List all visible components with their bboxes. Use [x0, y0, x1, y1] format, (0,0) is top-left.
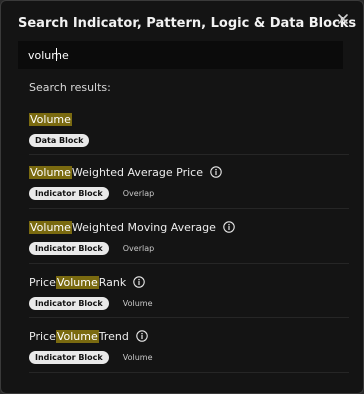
result-title-match: Volume [55, 329, 99, 343]
result-title: Price Volume Trend [29, 328, 349, 344]
info-icon[interactable] [133, 276, 145, 288]
result-title-match: Volume [55, 275, 99, 289]
block-type-badge: Indicator Block [29, 296, 109, 310]
result-title-suffix: Trend [98, 329, 129, 343]
modal-title: Search Indicator, Pattern, Logic & Data … [18, 16, 357, 31]
result-title-suffix: Rank [98, 275, 127, 289]
block-type-badge: Indicator Block [29, 241, 109, 255]
info-icon[interactable] [210, 166, 222, 178]
category-label: Overlap [122, 243, 155, 253]
divider [29, 263, 349, 264]
result-item-price-volume-rank[interactable]: Price Volume Rank Indicator Block Volume [29, 274, 349, 310]
search-blocks-modal: Search Indicator, Pattern, Logic & Data … [0, 0, 364, 394]
result-title-match: Volume [29, 165, 72, 179]
result-title-prefix: Price [29, 275, 56, 289]
block-type-badge: Indicator Block [29, 350, 109, 364]
result-item-vwap[interactable]: Volume Weighted Average Price Indicator … [29, 164, 349, 200]
result-title: Volume Weighted Moving Average [29, 219, 349, 235]
result-title: Price Volume Rank [29, 274, 349, 290]
block-type-badge: Indicator Block [29, 186, 109, 200]
result-title-suffix: Weighted Average Price [71, 165, 203, 179]
divider [29, 317, 349, 318]
divider [29, 372, 349, 373]
result-title-match: Volume [29, 112, 72, 126]
category-label: Volume [122, 352, 153, 362]
category-label: Volume [122, 298, 153, 308]
divider [29, 154, 349, 155]
search-results-label: Search results: [29, 81, 111, 94]
result-item-price-volume-trend[interactable]: Price Volume Trend Indicator Block Volum… [29, 328, 349, 364]
search-input[interactable] [18, 41, 343, 69]
result-item-volume[interactable]: Volume Data Block [29, 111, 349, 147]
result-title-suffix: Weighted Moving Average [71, 220, 216, 234]
info-icon[interactable] [136, 330, 148, 342]
category-label: Overlap [122, 188, 155, 198]
result-title-match: Volume [29, 220, 72, 234]
result-title: Volume Weighted Average Price [29, 164, 349, 180]
divider [29, 208, 349, 209]
result-item-vwma[interactable]: Volume Weighted Moving Average Indicator… [29, 219, 349, 255]
block-type-badge: Data Block [29, 133, 90, 147]
info-icon[interactable] [223, 221, 235, 233]
result-title: Volume [29, 111, 349, 127]
close-icon[interactable] [337, 13, 349, 25]
result-title-prefix: Price [29, 329, 56, 343]
text-caret [56, 48, 57, 61]
